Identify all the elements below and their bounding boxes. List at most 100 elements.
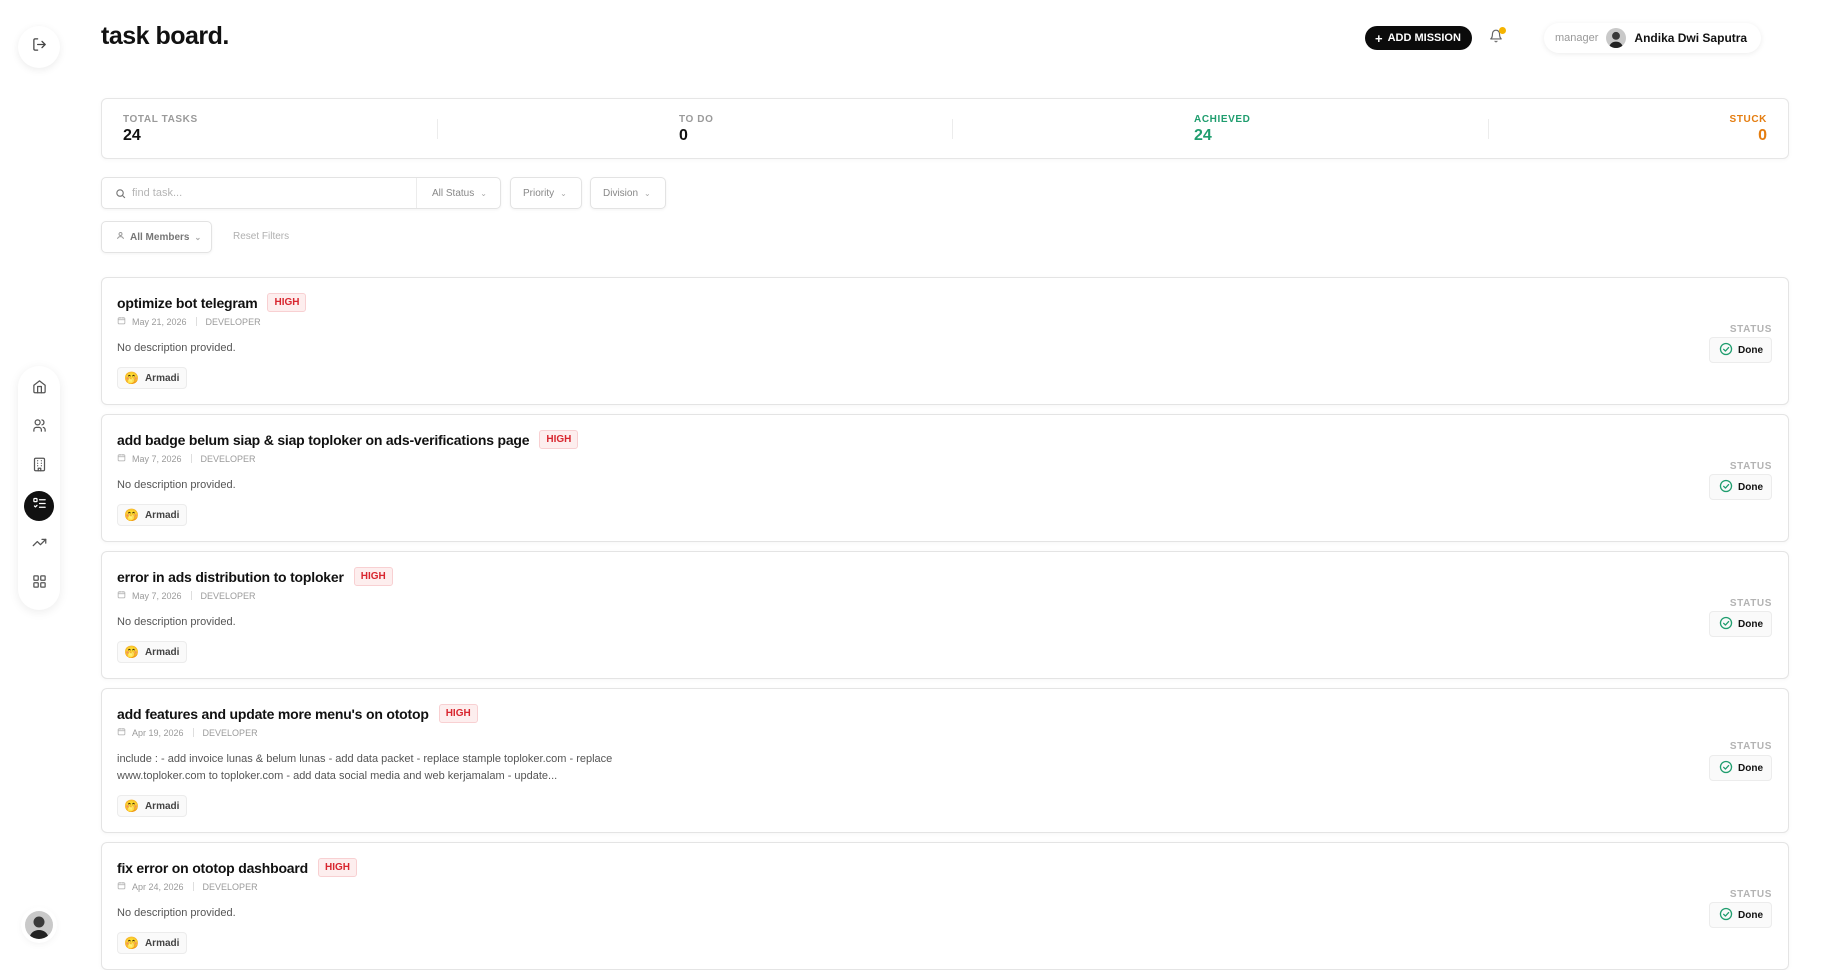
assignee-chip: 🤭 Armadi <box>117 932 188 954</box>
nav-home[interactable] <box>24 374 54 404</box>
user-menu[interactable]: manager Andika Dwi Saputra <box>1544 23 1762 53</box>
priority-filter-label: Priority <box>523 187 555 199</box>
task-title: add badge belum siap & siap toploker on … <box>117 431 530 448</box>
task-division: DEVELOPER <box>200 453 256 464</box>
stats-panel: TOTAL TASKS 24 TO DO 0 ACHIEVED 24 STUCK… <box>101 98 1789 159</box>
assignee-chip: 🤭 Armadi <box>117 367 188 389</box>
stat-achieved: ACHIEVED 24 <box>1194 114 1250 145</box>
status-heading: STATUS <box>1729 598 1772 609</box>
search-input[interactable] <box>132 187 412 199</box>
nav-apps[interactable] <box>24 569 54 599</box>
stat-stuck: STUCK 0 <box>1730 114 1767 145</box>
calendar-icon <box>117 727 126 738</box>
task-card[interactable]: fix error on ototop dashboard HIGH Apr 2… <box>101 842 1789 970</box>
task-header: add features and update more menu's on o… <box>117 704 478 723</box>
task-date: Apr 24, 2026 <box>132 881 184 892</box>
search-icon <box>115 188 126 199</box>
task-description: include : - add invoice lunas & belum lu… <box>117 753 613 782</box>
status-text: Done <box>1738 344 1763 356</box>
status-heading: STATUS <box>1729 324 1772 335</box>
assignee-name: Armadi <box>144 937 180 949</box>
status-badge[interactable]: Done <box>1709 337 1772 363</box>
calendar-icon <box>117 453 126 464</box>
priority-badge: HIGH <box>539 430 579 449</box>
status-select[interactable]: All Status ⌄ <box>416 178 501 208</box>
task-description: No description provided. <box>117 479 236 491</box>
priority-badge: HIGH <box>438 704 478 723</box>
trending-icon <box>32 535 47 555</box>
stat-todo: TO DO 0 <box>679 114 713 145</box>
stat-total-value: 24 <box>123 127 141 144</box>
status-heading: STATUS <box>1729 741 1772 752</box>
task-date: May 7, 2026 <box>132 453 182 464</box>
status-text: Done <box>1738 481 1763 493</box>
nav-analytics[interactable] <box>24 530 54 560</box>
calendar-icon <box>117 316 126 327</box>
task-description: No description provided. <box>117 616 236 628</box>
status-heading: STATUS <box>1729 889 1772 900</box>
division-filter[interactable]: Division ⌄ <box>590 177 666 209</box>
user-role: manager <box>1555 32 1599 44</box>
members-filter-label: All Members <box>130 231 190 243</box>
notification-dot <box>1499 27 1506 34</box>
task-card[interactable]: optimize bot telegram HIGH May 21, 2026 … <box>101 277 1789 405</box>
task-title: error in ads distribution to toploker <box>117 568 344 585</box>
task-header: optimize bot telegram HIGH <box>117 293 307 312</box>
users-icon <box>32 418 47 438</box>
assignee-name: Armadi <box>144 372 180 384</box>
profile-avatar[interactable] <box>25 911 53 939</box>
stat-stuck-value: 0 <box>1758 127 1767 144</box>
stat-divider <box>952 119 953 139</box>
nav-organization[interactable] <box>24 452 54 482</box>
stat-total-label: TOTAL TASKS <box>123 114 198 125</box>
task-meta: May 21, 2026 DEVELOPER <box>117 316 261 327</box>
add-mission-button[interactable]: + ADD MISSION <box>1365 26 1472 50</box>
assignee-name: Armadi <box>144 646 180 658</box>
chevron-down-icon: ⌄ <box>480 188 487 198</box>
chevron-down-icon: ⌄ <box>560 188 567 198</box>
priority-filter[interactable]: Priority ⌄ <box>510 177 582 209</box>
task-card[interactable]: add features and update more menu's on o… <box>101 688 1789 833</box>
stat-todo-label: TO DO <box>679 114 714 125</box>
notifications-button[interactable] <box>1481 23 1511 53</box>
assignee-chip: 🤭 Armadi <box>117 504 188 526</box>
status-badge[interactable]: Done <box>1709 755 1772 781</box>
emoji-avatar-icon: 🤭 <box>124 936 139 950</box>
emoji-avatar-icon: 🤭 <box>124 371 139 385</box>
stat-divider <box>437 119 438 139</box>
status-text: Done <box>1738 618 1763 630</box>
task-date: May 21, 2026 <box>132 316 187 327</box>
task-card[interactable]: error in ads distribution to toploker HI… <box>101 551 1789 679</box>
status-text: Done <box>1738 762 1763 774</box>
reset-filters-link[interactable]: Reset Filters <box>233 231 289 242</box>
task-division: DEVELOPER <box>200 590 256 601</box>
assignee-chip: 🤭 Armadi <box>117 795 188 817</box>
emoji-avatar-icon: 🤭 <box>124 645 139 659</box>
priority-badge: HIGH <box>317 858 357 877</box>
task-date: May 7, 2026 <box>132 590 182 601</box>
status-select-label: All Status <box>432 187 475 199</box>
sidebar-nav <box>18 366 60 610</box>
meta-separator <box>190 591 192 600</box>
task-header: error in ads distribution to toploker HI… <box>117 567 393 586</box>
task-division: DEVELOPER <box>202 727 258 738</box>
search-box: All Status ⌄ <box>101 177 501 209</box>
assignee-name: Armadi <box>144 800 180 812</box>
check-circle-icon <box>1719 907 1733 924</box>
grid-icon <box>32 574 47 594</box>
task-card[interactable]: add badge belum siap & siap toploker on … <box>101 414 1789 542</box>
assignee-chip: 🤭 Armadi <box>117 641 188 663</box>
logout-button[interactable] <box>18 26 60 68</box>
task-title: optimize bot telegram <box>117 294 258 311</box>
nav-tasks[interactable] <box>24 491 54 521</box>
task-date: Apr 19, 2026 <box>132 727 184 738</box>
members-filter[interactable]: All Members ⌄ <box>101 221 212 253</box>
status-badge[interactable]: Done <box>1709 902 1772 928</box>
nav-users[interactable] <box>24 413 54 443</box>
task-title: add features and update more menu's on o… <box>117 705 429 722</box>
user-name: Andika Dwi Saputra <box>1634 31 1748 45</box>
status-badge[interactable]: Done <box>1709 474 1772 500</box>
check-circle-icon <box>1719 760 1733 777</box>
add-mission-label: ADD MISSION <box>1387 32 1461 44</box>
status-badge[interactable]: Done <box>1709 611 1772 637</box>
